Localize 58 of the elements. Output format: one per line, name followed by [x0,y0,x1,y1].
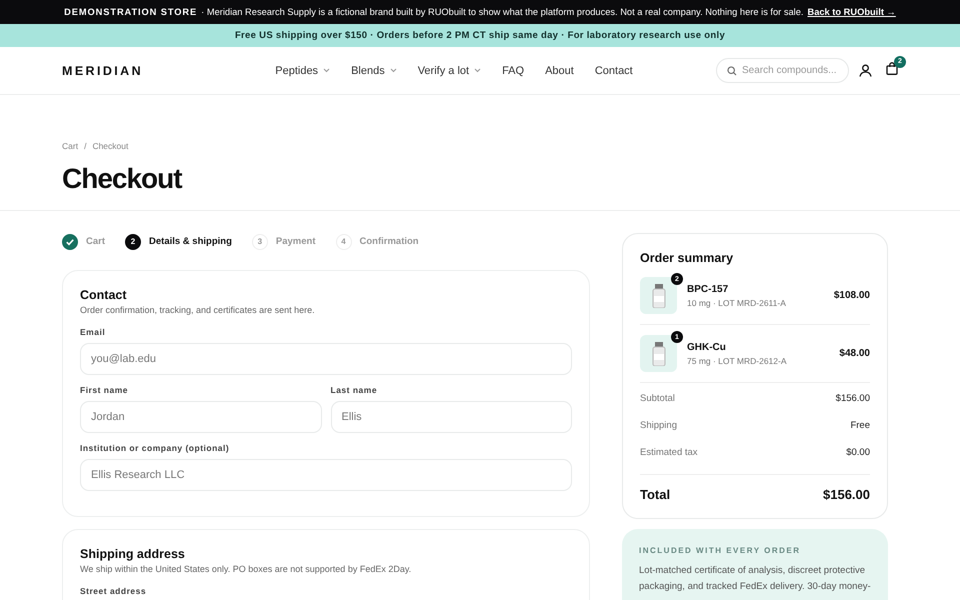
field-label: Street address [80,586,148,596]
demo-label: DEMONSTRATION STORE [64,7,198,17]
summary-label: Estimated tax [640,447,698,458]
summary-value: Free [850,420,870,431]
summary-label: Shipping [640,420,677,431]
field-label: Last name [330,385,378,395]
nav-link[interactable]: Blends [351,64,397,76]
product-detail: 10 mg · LOT MRD-2611-A [687,298,787,308]
input-field[interactable]: Ellis [330,401,572,433]
step-label: Payment [276,236,316,247]
product-name: GHK-Cu [687,342,727,352]
step-label: Details & shipping [149,236,232,247]
product-price: $48.00 [839,348,870,359]
summary-title: Order summary [640,251,734,265]
account-icon[interactable] [859,64,872,77]
breadcrumb-separator: / [84,141,86,151]
section-subtitle: Order confirmation, tracking, and certificates are sent here. [80,305,316,315]
included-text: Lot-matched certificate of analysis, discreet protective packaging, and tracked FedEx delivery. 30-day money- [639,564,871,594]
total-label: Total [640,487,670,502]
summary-value: $156.00 [836,393,870,404]
summary-label: Subtotal [640,393,675,404]
breadcrumb-link[interactable]: Cart [62,141,78,151]
page-title: Checkout [62,162,184,196]
field-label: First name [80,385,129,395]
nav-link[interactable]: Contact [594,64,633,76]
demo-notice: · Meridian Research Supply is a fictional brand built by RUObuilt to show what the platform produces. Not a real company. Nothing here is for sale. [201,7,804,17]
section-title: Shipping address [80,547,186,562]
nav-link[interactable]: About [545,64,574,76]
step-number: 4 [336,234,352,250]
nav-link[interactable]: Verify a lot [418,64,482,76]
nav-link[interactable]: Peptides [275,64,330,76]
nav-link[interactable]: FAQ [502,64,524,76]
field-label: Email [80,327,106,337]
input-field[interactable]: Jordan [80,401,322,433]
step-number: 3 [252,234,268,250]
breadcrumb-link[interactable]: Checkout [92,141,128,151]
summary-value: $0.00 [846,447,870,458]
input-field[interactable]: you@lab.edu [80,343,572,375]
section-subtitle: We ship within the United States only. PO boxes are not supported by FedEx 2Day. [80,564,412,574]
included-heading: INCLUDED WITH EVERY ORDER [639,546,802,555]
step-number: 2 [125,234,142,250]
step-label: Cart [86,236,106,247]
product-detail: 75 mg · LOT MRD-2612-A [687,356,788,366]
total-value: $156.00 [823,487,870,502]
vial-icon [652,342,666,366]
search-icon [727,66,737,76]
section-title: Contact [80,288,128,303]
promo-text: Free US shipping over $150 · Orders before 2 PM CT ship same day · For laboratory research use only [234,30,726,41]
search-field[interactable]: Search compounds... [716,58,849,83]
product-price: $108.00 [834,290,870,301]
product-name: BPC-157 [687,284,730,294]
back-link[interactable]: Back to RUObuilt → [808,7,896,17]
cart-icon[interactable] [886,62,898,74]
site-logo[interactable]: MERIDIAN [62,64,262,78]
input-field[interactable]: Ellis Research LLC [80,459,572,491]
vial-icon [652,284,666,308]
step-label: Confirmation [360,236,419,247]
field-label: Institution or company (optional) [80,443,230,453]
